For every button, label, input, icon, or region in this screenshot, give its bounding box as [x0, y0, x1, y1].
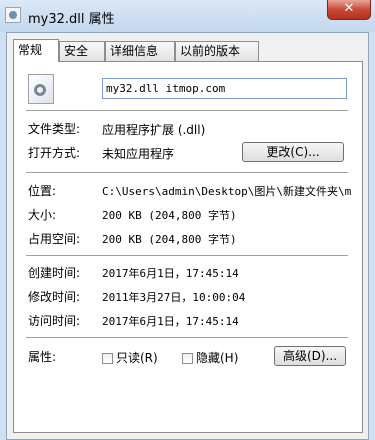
tab-label: 常规 — [18, 43, 43, 57]
advanced-button[interactable]: 高级(D)... — [274, 346, 346, 366]
accessed-value: 2017年6月1日，17:45:14 — [102, 315, 239, 328]
tab-previous-versions[interactable]: 以前的版本 — [175, 41, 259, 61]
separator — [26, 172, 348, 174]
size-value: 200 KB (204,800 字节) — [102, 209, 237, 222]
readonly-label: 只读(R) — [116, 351, 158, 365]
hidden-label: 隐藏(H) — [196, 351, 239, 365]
separator — [26, 255, 348, 257]
created-value: 2017年6月1日，17:45:14 — [102, 267, 239, 280]
file-type-label: 文件类型: — [28, 122, 81, 136]
hidden-checkbox[interactable]: 隐藏(H) — [182, 349, 239, 365]
change-button[interactable]: 更改(C)... — [242, 142, 344, 162]
disk-size-value: 200 KB (204,800 字节) — [102, 233, 237, 246]
file-name-input[interactable]: my32.dll itmop.com — [102, 78, 347, 99]
tab-label: 安全 — [64, 44, 89, 58]
checkbox-box[interactable] — [102, 353, 113, 364]
title-bar[interactable]: my32.dll 属性 ✕ — [0, 0, 375, 32]
close-icon: ✕ — [343, 1, 355, 16]
open-with-label: 打开方式: — [28, 146, 81, 160]
tab-label: 以前的版本 — [180, 44, 241, 58]
modified-value: 2011年3月27日，10:00:04 — [102, 291, 246, 304]
close-button[interactable]: ✕ — [327, 0, 371, 20]
properties-dialog: 常规 安全 详细信息 以前的版本 my32.dll itmop.com 文件类型… — [6, 32, 369, 440]
file-type-value: 应用程序扩展 (.dll) — [102, 123, 206, 137]
checkbox-box[interactable] — [182, 353, 193, 364]
tab-label: 详细信息 — [110, 44, 159, 58]
window-title: my32.dll 属性 — [28, 12, 115, 27]
tab-general[interactable]: 常规 — [13, 39, 59, 62]
modified-label: 修改时间: — [28, 290, 81, 304]
tab-security[interactable]: 安全 — [59, 41, 105, 61]
general-tab-panel: my32.dll itmop.com 文件类型: 应用程序扩展 (.dll) 打… — [13, 61, 363, 433]
readonly-checkbox[interactable]: 只读(R) — [102, 349, 158, 365]
attributes-label: 属性: — [28, 350, 57, 364]
tab-details[interactable]: 详细信息 — [105, 41, 175, 61]
separator — [26, 110, 348, 112]
location-value: C:\Users\admin\Desktop\图片\新建文件夹\my — [102, 185, 352, 198]
disk-size-label: 占用空间: — [28, 232, 81, 246]
dll-file-icon — [28, 74, 54, 104]
location-label: 位置: — [28, 184, 57, 198]
separator — [26, 337, 348, 339]
dll-file-icon — [5, 7, 21, 23]
size-label: 大小: — [28, 208, 57, 222]
accessed-label: 访问时间: — [28, 314, 81, 328]
created-label: 创建时间: — [28, 266, 81, 280]
